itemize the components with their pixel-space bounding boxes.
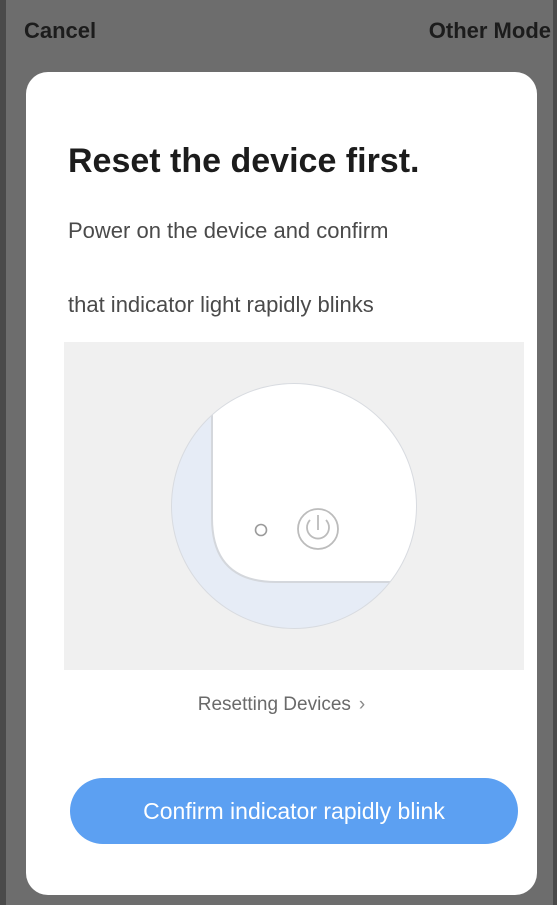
top-bar: Cancel Other Mode xyxy=(6,0,553,70)
screen: Cancel Other Mode Reset the device first… xyxy=(0,0,557,905)
instruction-line-1: Power on the device and confirm xyxy=(68,218,389,243)
device-illustration-graphic xyxy=(171,383,417,629)
resetting-devices-link[interactable]: Resetting Devices › xyxy=(26,694,537,716)
cancel-button[interactable]: Cancel xyxy=(24,18,96,44)
chevron-right-icon: › xyxy=(358,694,366,715)
instruction-line-2: that indicator light rapidly blinks xyxy=(68,292,374,317)
device-illustration xyxy=(64,342,524,670)
resetting-devices-label: Resetting Devices xyxy=(197,694,351,715)
other-mode-button[interactable]: Other Mode xyxy=(429,18,551,44)
confirm-button[interactable]: Confirm indicator rapidly blink xyxy=(70,778,518,844)
page-title: Reset the device first. xyxy=(68,142,420,180)
main-card: Reset the device first. Power on the dev… xyxy=(26,72,537,895)
